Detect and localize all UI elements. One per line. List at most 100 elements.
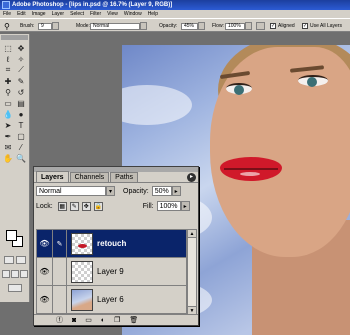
gradient-tool-icon[interactable]: ▤ [15,98,27,108]
layer-name[interactable]: Layer 6 [97,295,124,304]
lip-line [224,168,278,170]
fill-slider-icon[interactable]: ▸ [180,201,190,211]
opacity-field[interactable]: 45% [181,22,198,30]
layer-row-layer-6[interactable]: 👁 Layer 6 [37,286,186,314]
tab-paths-label: Paths [115,174,134,181]
move-tool-icon[interactable]: ✥ [15,43,27,53]
flow-slider-button[interactable] [245,22,252,30]
flow-field[interactable]: 100% [225,22,245,30]
tab-channels[interactable]: Channels [69,172,110,182]
menu-layer[interactable]: Layer [52,11,65,17]
layer-opacity-label: Opacity: [123,187,149,195]
magic-wand-tool-icon[interactable]: ✧ [15,54,27,64]
notes-tool-icon[interactable]: ✉ [2,142,14,152]
layer-opacity-value: 50% [154,187,169,195]
dodge-tool-icon[interactable]: ● [15,109,27,119]
window-title: Adobe Photoshop - [lips in.psd @ 16.7% (… [12,2,173,8]
add-layer-style-icon[interactable]: ⓕ [56,315,63,325]
layer-row-retouch[interactable]: 👁 ✎ retouch [37,230,186,258]
menu-filter[interactable]: Filter [90,11,101,17]
fill-field[interactable]: 100% [156,201,181,211]
menu-edit[interactable]: Edit [17,11,26,17]
layer-brush-icon[interactable]: ✎ [53,230,67,257]
use-all-layers-label: Use All Layers [310,23,342,29]
tab-paths[interactable]: Paths [110,172,139,182]
airbrush-button[interactable] [256,22,265,30]
tab-layers-label: Layers [41,173,64,181]
lock-all-icon[interactable]: 🔒 [93,201,103,211]
layer-name[interactable]: retouch [97,239,126,248]
menu-window[interactable]: Window [124,11,142,17]
slice-tool-icon[interactable]: ⟋ [15,65,27,75]
scroll-up-icon[interactable]: ▲ [188,230,196,238]
layer-opacity-slider-icon[interactable]: ▸ [171,186,181,196]
new-layer-icon[interactable]: ❐ [114,316,120,324]
opacity-value: 45% [184,23,195,29]
menu-file[interactable]: File [3,11,11,17]
layer-thumbnail [71,232,93,255]
add-layer-mask-icon[interactable]: ◙ [72,317,76,324]
hand-tool-icon[interactable]: ✋ [2,153,14,163]
standard-mode-button[interactable] [4,256,14,264]
screen-mode-full-menu-button[interactable] [11,270,19,278]
layer-link-cell[interactable] [53,286,67,313]
brush-dropdown-button[interactable] [52,22,59,30]
layer-list-scrollbar[interactable]: ▲ ▼ [187,229,197,315]
screen-mode-standard-button[interactable] [2,270,10,278]
stamp-tool-icon[interactable]: ⚲ [4,22,10,31]
history-brush-tool-icon[interactable]: ↺ [15,87,27,97]
layer-list: 👁 ✎ retouch 👁 Layer 9 👁 Layer 6 [36,229,187,315]
lasso-tool-icon[interactable]: ℓ [2,54,14,64]
lock-image-icon[interactable]: ✎ [69,201,79,211]
toolbox: ⬚ ✥ ℓ ✧ ⌗ ⟋ ✚ ✎ ⚲ ↺ ▭ ▤ 💧 ● ➤ T ✒ ▢ ✉ ⁄ … [0,34,30,302]
menu-image[interactable]: Image [32,11,46,17]
zoom-tool-icon[interactable]: 🔍 [15,153,27,163]
pen-tool-icon[interactable]: ✒ [2,131,14,141]
lock-transparency-icon[interactable]: ▦ [57,201,67,211]
aligned-checkbox[interactable]: ✓ [270,23,276,29]
layer-link-cell[interactable] [53,258,67,285]
healing-brush-tool-icon[interactable]: ✚ [2,76,14,86]
eyedropper-tool-icon[interactable]: ⁄ [15,142,27,152]
flow-label: Flow: [212,23,224,29]
type-tool-icon[interactable]: T [15,120,27,130]
menu-help[interactable]: Help [148,11,158,17]
menu-view[interactable]: View [107,11,118,17]
aligned-label: Aligned [278,23,295,29]
screen-mode-full-button[interactable] [20,270,28,278]
marquee-tool-icon[interactable]: ⬚ [2,43,14,53]
opacity-slider-button[interactable] [198,22,205,30]
layer-opacity-field[interactable]: 50% [151,186,172,196]
crop-tool-icon[interactable]: ⌗ [2,65,14,75]
menu-select[interactable]: Select [70,11,84,17]
foreground-color-swatch[interactable] [6,230,17,241]
jump-to-imageready-button[interactable] [8,284,22,292]
visibility-eye-icon[interactable]: 👁 [37,258,53,285]
quick-mask-mode-button[interactable] [16,256,26,264]
visibility-eye-icon[interactable]: 👁 [37,286,53,313]
clone-stamp-tool-icon[interactable]: ⚲ [2,87,14,97]
mode-select[interactable]: Normal [90,22,140,30]
tab-layers[interactable]: Layers [36,171,69,182]
blur-tool-icon[interactable]: 💧 [2,109,14,119]
visibility-eye-icon[interactable]: 👁 [37,230,53,257]
mode-dropdown-button[interactable] [140,22,147,30]
shape-tool-icon[interactable]: ▢ [15,131,27,141]
toolbox-grip[interactable] [1,35,28,40]
lock-position-icon[interactable]: ✥ [81,201,91,211]
layer-name[interactable]: Layer 9 [97,267,124,276]
use-all-layers-checkbox[interactable]: ✓ [302,23,308,29]
blend-mode-dropdown-icon[interactable]: ▾ [106,186,115,196]
eraser-tool-icon[interactable]: ▭ [2,98,14,108]
new-layer-set-icon[interactable]: ▭ [85,316,92,324]
new-adjustment-layer-icon[interactable]: ◐ [101,317,105,324]
path-selection-tool-icon[interactable]: ➤ [2,120,14,130]
blend-mode-select[interactable]: Normal [36,186,106,196]
palette-menu-arrow-icon[interactable]: ▸ [187,173,196,182]
layer-row-layer-9[interactable]: 👁 Layer 9 [37,258,186,286]
scroll-down-icon[interactable]: ▼ [188,306,196,314]
mode-value: Normal [93,23,110,29]
brush-tool-icon[interactable]: ✎ [15,76,27,86]
brush-size-picker[interactable]: 9 [38,22,52,30]
delete-layer-icon[interactable]: 🗑 [129,316,138,324]
